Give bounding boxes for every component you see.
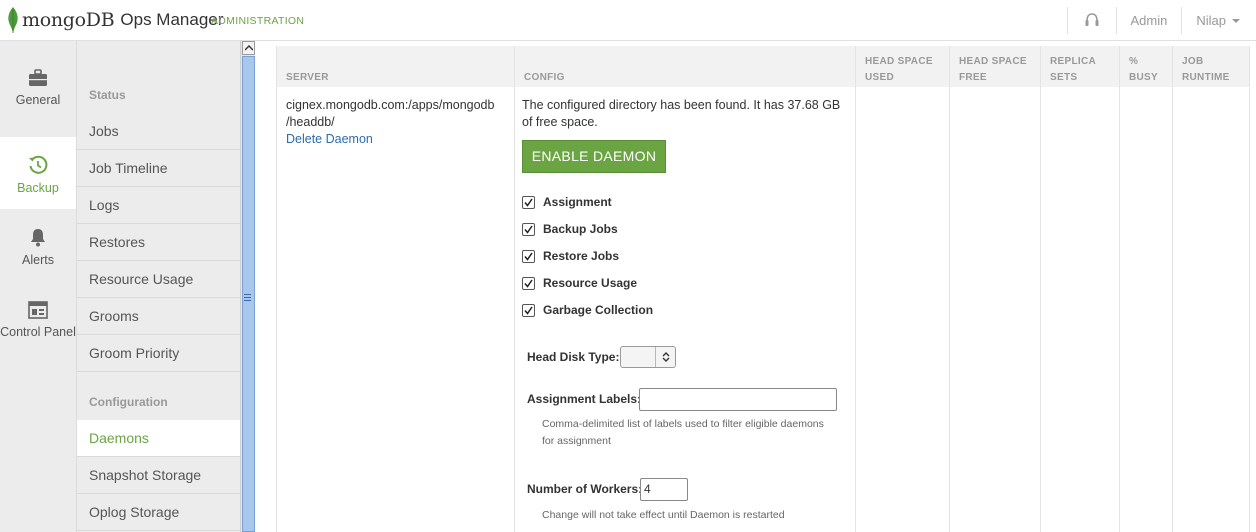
mongodb-logo[interactable]: mongoDB Ops Manager	[6, 6, 223, 34]
head-space-used-column: HEAD SPACE USED	[855, 46, 949, 532]
delete-daemon-link[interactable]: Delete Daemon	[286, 131, 501, 148]
config-cell: The configured directory has been found.…	[522, 97, 852, 521]
workers-help: Change will not take effect until Daemon…	[542, 509, 785, 521]
replica-sets-column: REPLICA SETS	[1040, 46, 1119, 532]
rail-label: Alerts	[22, 253, 54, 267]
number-of-workers-label: Number of Workers:	[527, 482, 643, 496]
enable-daemon-button[interactable]: ENABLE DAEMON	[522, 140, 666, 173]
subnav-item-logs[interactable]: Logs	[77, 187, 241, 224]
subnav-item-groom-priority[interactable]: Groom Priority	[77, 335, 241, 372]
rail-label: General	[15, 93, 61, 107]
head-space-free-column: HEAD SPACE FREE	[949, 46, 1040, 532]
briefcase-icon	[0, 65, 76, 87]
checkbox-backup-jobs[interactable]	[522, 222, 535, 236]
admin-link[interactable]: Admin	[1117, 13, 1182, 28]
assignment-labels-help: Comma-delimited list of labels used to f…	[542, 418, 824, 447]
assignment-labels-input[interactable]	[639, 388, 837, 411]
scroll-grip-icon	[244, 293, 251, 302]
checkbox-restore-jobs[interactable]	[522, 249, 535, 263]
checkbox-label: Resource Usage	[543, 276, 638, 290]
subnav-item-snapshot-storage[interactable]: Snapshot Storage	[77, 457, 241, 494]
user-name: Nilap	[1196, 13, 1226, 28]
head-disk-type-label: Head Disk Type:	[527, 350, 620, 364]
checkbox-label: Assignment	[543, 195, 612, 209]
column-header-job-runtime[interactable]: JOB RUNTIME	[1173, 46, 1249, 87]
column-header-head-space-free[interactable]: HEAD SPACE FREE	[950, 46, 1040, 87]
checkbox-label: Garbage Collection	[543, 303, 654, 317]
secondary-nav: Status Jobs Job Timeline Logs Restores R…	[76, 41, 241, 532]
checkbox-row-backup-jobs[interactable]: Backup Jobs	[522, 221, 618, 237]
rail-label: Control Panel	[0, 325, 76, 339]
checkbox-row-resource-usage[interactable]: Resource Usage	[522, 275, 637, 291]
primary-nav: General Backup Alerts Control Panel	[0, 41, 76, 532]
checkbox-garbage-collection[interactable]	[522, 303, 535, 317]
scroll-up-arrow-icon[interactable]	[242, 41, 255, 55]
caret-down-icon	[1232, 18, 1240, 23]
rail-label: Backup	[17, 181, 59, 195]
number-of-workers-input[interactable]: 4	[640, 478, 688, 501]
subnav-item-jobs[interactable]: Jobs	[77, 113, 241, 150]
rail-item-general[interactable]: General	[0, 65, 76, 129]
top-bar: mongoDB Ops Manager ADMINISTRATION Admin…	[0, 0, 1256, 41]
configuration-heading: Configuration	[89, 395, 168, 409]
server-column: SERVER cignex.mongodb.com:/apps/mongodb …	[276, 46, 514, 532]
daemons-table: SERVER cignex.mongodb.com:/apps/mongodb …	[276, 46, 1251, 532]
server-path-2: /headdb/	[286, 115, 335, 129]
checkbox-assignment[interactable]	[522, 195, 535, 209]
column-header-config[interactable]: CONFIG	[515, 46, 855, 87]
history-icon	[0, 153, 76, 175]
checkbox-row-garbage-collection[interactable]: Garbage Collection	[522, 302, 653, 318]
rail-item-control-panel[interactable]: Control Panel	[0, 297, 76, 361]
server-cell: cignex.mongodb.com:/apps/mongodb /headdb…	[286, 97, 501, 148]
column-header-server[interactable]: SERVER	[277, 46, 514, 87]
bell-icon	[0, 225, 76, 247]
job-runtime-column: JOB RUNTIME	[1172, 46, 1250, 532]
subnav-item-job-timeline[interactable]: Job Timeline	[77, 150, 241, 187]
server-path: cignex.mongodb.com:/apps/mongodb	[286, 98, 495, 112]
support-headset-icon[interactable]	[1068, 0, 1116, 41]
column-header-busy[interactable]: % BUSY	[1120, 46, 1172, 87]
subnav-item-daemons[interactable]: Daemons	[77, 420, 241, 457]
product-name: Ops Manager	[120, 10, 224, 29]
subnav-item-resource-usage[interactable]: Resource Usage	[77, 261, 241, 298]
checkbox-label: Restore Jobs	[543, 249, 620, 263]
rail-item-alerts[interactable]: Alerts	[0, 225, 76, 289]
head-disk-type-select[interactable]	[620, 346, 676, 368]
column-header-replica-sets[interactable]: REPLICA SETS	[1041, 46, 1119, 87]
assignment-labels-label: Assignment Labels:	[527, 392, 642, 406]
checkbox-row-assignment[interactable]: Assignment	[522, 194, 612, 210]
select-arrows-icon	[655, 347, 675, 367]
brand-name: mongoDB	[22, 9, 115, 31]
subnav-item-grooms[interactable]: Grooms	[77, 298, 241, 335]
subnav-item-restores[interactable]: Restores	[77, 224, 241, 261]
busy-column: % BUSY	[1119, 46, 1172, 532]
dashboard-icon	[0, 297, 76, 319]
leaf-icon	[8, 7, 18, 33]
vertical-scrollbar[interactable]	[240, 41, 255, 532]
section-label[interactable]: ADMINISTRATION	[211, 15, 304, 27]
checkbox-label: Backup Jobs	[543, 222, 618, 236]
subnav-item-oplog-storage[interactable]: Oplog Storage	[77, 494, 241, 531]
user-menu[interactable]: Nilap	[1182, 13, 1256, 28]
status-heading: Status	[89, 88, 126, 102]
column-header-head-space-used[interactable]: HEAD SPACE USED	[856, 46, 949, 87]
rail-item-backup[interactable]: Backup	[0, 137, 76, 209]
checkbox-resource-usage[interactable]	[522, 276, 535, 290]
checkbox-row-restore-jobs[interactable]: Restore Jobs	[522, 248, 619, 264]
directory-status-text: The configured directory has been found.…	[522, 98, 841, 129]
